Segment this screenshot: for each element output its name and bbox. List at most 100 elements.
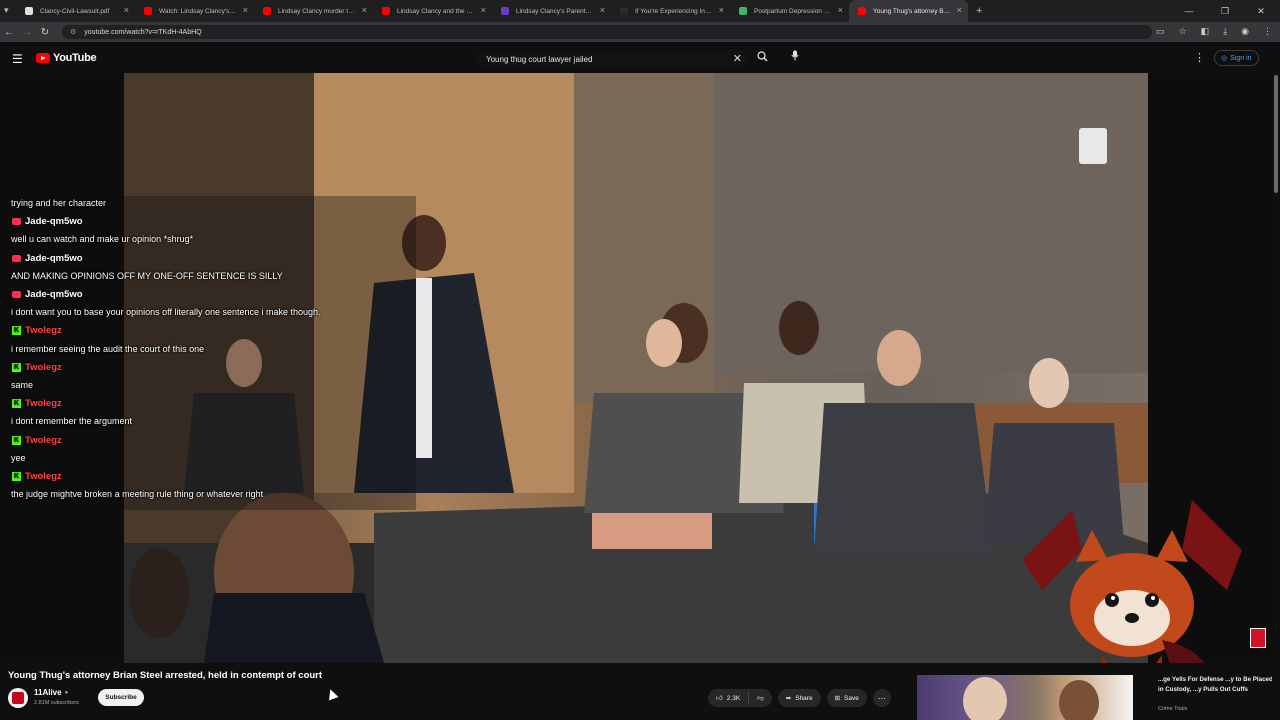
- tab-close-icon[interactable]: ×: [957, 5, 962, 15]
- settings-kebab-icon[interactable]: ⋮: [1194, 51, 1205, 64]
- channel-name[interactable]: 11Alive: [34, 688, 62, 697]
- thumbs-up-icon: 👍︎: [716, 695, 723, 702]
- chat-message-text: i remember seeing the audit the court of…: [11, 343, 205, 354]
- kick-badge-icon: K: [12, 326, 21, 336]
- cast-icon[interactable]: ▭: [1156, 26, 1165, 37]
- chat-username-text: Jade-qm5wo: [25, 289, 83, 300]
- tab-label: Lindsay Clancy murder trial: Pro: [278, 7, 356, 15]
- tab-close-icon[interactable]: ×: [719, 5, 724, 15]
- browser-tab[interactable]: Clancy-Civil-Lawsuit.pdf ×: [16, 0, 135, 22]
- toolbar-actions: ▭ ☆ ◧ ⤓ ◉ ⋮: [1156, 26, 1272, 37]
- chat-username: Jade-qm5wo: [12, 289, 83, 300]
- chat-username: K Twolegz: [12, 435, 62, 446]
- search-button[interactable]: [752, 50, 772, 68]
- like-count: 2.3K: [726, 694, 741, 702]
- more-actions-button[interactable]: ⋯: [872, 689, 891, 707]
- tab-close-icon[interactable]: ×: [838, 5, 843, 15]
- chat-username: Jade-qm5wo: [12, 253, 83, 264]
- reload-icon[interactable]: ↻: [36, 27, 54, 38]
- video-title: Young Thug's attorney Brian Steel arrest…: [8, 670, 323, 681]
- minimize-icon[interactable]: —: [1182, 6, 1196, 16]
- voice-search-button[interactable]: [786, 50, 804, 68]
- browser-tab[interactable]: Lindsay Clancy murder trial: Pro ×: [254, 0, 373, 22]
- browser-tab[interactable]: Young Thug's attorney Brian ×: [849, 0, 968, 22]
- like-button[interactable]: 👍︎ 2.3K: [708, 692, 750, 704]
- browser-tab[interactable]: Watch: Lindsay Clancy's defense ×: [135, 0, 254, 22]
- sign-in-label: Sign in: [1230, 54, 1252, 62]
- back-icon[interactable]: ←: [0, 27, 18, 38]
- chat-message-text: well u can watch and make ur opinion *sh…: [11, 234, 194, 245]
- downloads-icon[interactable]: ⤓: [1223, 26, 1227, 37]
- youtube-logo[interactable]: YouTube: [36, 52, 97, 64]
- tab-label: Lindsay Clancy's Parents' $1 Mi: [516, 7, 594, 15]
- video-actions: 👍︎ 2.3K 👎︎ ➦ Share ⊞ Save ⋯: [708, 689, 891, 707]
- chat-username-text: Twolegz: [25, 361, 62, 373]
- browser-tab-strip: ▾ Clancy-Civil-Lawsuit.pdf × Watch: Lindsa…: [0, 0, 1280, 22]
- search-value: Young thug court lawyer jailed: [486, 54, 593, 64]
- youtube-logo-text: YouTube: [53, 52, 97, 64]
- window-controls: — ❐ ✕: [1182, 0, 1280, 22]
- youtube-header: ☰ YouTube Young thug court lawyer jailed…: [0, 42, 1280, 74]
- page-scrollbar[interactable]: [1272, 73, 1280, 720]
- share-button[interactable]: ➦ Share: [777, 689, 821, 707]
- chat-message-text: yee: [11, 452, 26, 463]
- close-window-icon[interactable]: ✕: [1254, 6, 1268, 17]
- new-tab-button[interactable]: +: [976, 5, 982, 17]
- browser-tab[interactable]: Postpartum Depression (PPD) ×: [730, 0, 849, 22]
- chat-username-text: Jade-qm5wo: [25, 216, 83, 228]
- address-toolbar: ← → ↻ ⚙ youtube.com/watch?v=rTKdH-4AbHQ …: [0, 22, 1280, 42]
- kick-badge-icon: K: [12, 362, 21, 372]
- browser-tab[interactable]: Lindsay Clancy's Parents' $1 Mi ×: [492, 0, 611, 22]
- browser-menu-icon[interactable]: ⋮: [1263, 26, 1272, 37]
- chat-username: K Twolegz: [12, 471, 62, 482]
- extensions-icon[interactable]: ◧: [1201, 26, 1210, 37]
- clear-search-icon[interactable]: ✕: [733, 52, 742, 65]
- recommended-video-thumbnail[interactable]: [917, 675, 1133, 720]
- bookmark-star-icon[interactable]: ☆: [1179, 26, 1187, 37]
- tab-close-icon[interactable]: ×: [600, 5, 605, 15]
- chat-username: Jade-qm5wo: [12, 216, 83, 227]
- youtube-badge-icon: [12, 291, 21, 298]
- tab-close-icon[interactable]: ×: [243, 5, 248, 15]
- more-horizontal-icon: ⋯: [877, 693, 886, 703]
- channel-name-group[interactable]: 11Alive ●: [34, 688, 68, 697]
- tab-favicon-icon: [501, 7, 509, 15]
- sign-in-button[interactable]: ◎ Sign in: [1214, 50, 1259, 66]
- chat-message-text: i dont remember the argument: [11, 416, 133, 427]
- dislike-button[interactable]: 👎︎: [749, 694, 772, 702]
- share-label: Share: [795, 694, 813, 702]
- tab-close-icon[interactable]: ×: [362, 5, 367, 15]
- site-info-icon[interactable]: ⚙: [70, 28, 76, 36]
- search-icon: [756, 51, 767, 62]
- chat-username-text: Twolegz: [25, 325, 62, 337]
- browser-tab[interactable]: Lindsay Clancy and the Evidence ×: [373, 0, 492, 22]
- tab-label: Watch: Lindsay Clancy's defense: [159, 7, 237, 15]
- browser-tab[interactable]: If You're Experiencing Intrusive ×: [611, 0, 730, 22]
- channel-avatar[interactable]: [8, 688, 28, 708]
- chat-username-text: Jade-qm5wo: [25, 252, 83, 264]
- recommended-video-title[interactable]: ...ge Yells For Defense ...y to Be Place…: [1158, 675, 1278, 695]
- subscribe-button[interactable]: Subscribe: [98, 689, 144, 706]
- tab-close-icon[interactable]: ×: [481, 5, 486, 15]
- bookmark-icon: ⊞: [834, 695, 841, 702]
- save-button[interactable]: ⊞ Save: [826, 689, 867, 707]
- chat-username: K Twolegz: [12, 325, 62, 336]
- youtube-badge-icon: [12, 218, 21, 226]
- url-bar[interactable]: ⚙ youtube.com/watch?v=rTKdH-4AbHQ: [62, 25, 1152, 39]
- tab-search-icon[interactable]: ▾: [4, 5, 9, 16]
- scrollbar-thumb[interactable]: [1274, 75, 1278, 193]
- chat-message-text: trying and her character: [11, 198, 107, 208]
- save-label: Save: [844, 694, 859, 702]
- menu-hamburger-icon[interactable]: ☰: [12, 52, 23, 66]
- chat-username-text: Twolegz: [25, 471, 62, 482]
- kick-badge-icon: K: [12, 435, 21, 445]
- tab-label: Lindsay Clancy and the Evidence: [397, 7, 475, 15]
- tab-favicon-icon: [263, 7, 271, 15]
- profile-icon[interactable]: ◉: [1241, 26, 1249, 37]
- search-input[interactable]: Young thug court lawyer jailed ✕: [478, 50, 746, 68]
- forward-icon[interactable]: →: [18, 27, 36, 38]
- chat-message-text: i dont want you to base your opinions of…: [11, 307, 321, 318]
- restore-icon[interactable]: ❐: [1218, 6, 1232, 17]
- kick-badge-icon: K: [12, 472, 21, 481]
- tab-close-icon[interactable]: ×: [124, 5, 129, 15]
